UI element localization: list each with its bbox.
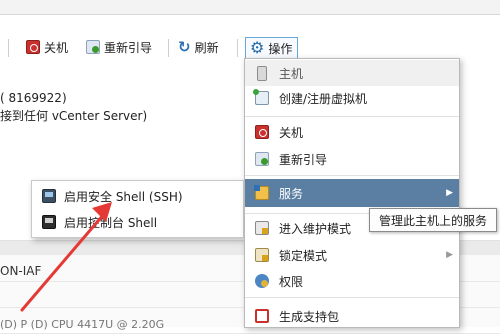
refresh-label: 刷新 [194,40,219,55]
services-submenu: 启用安全 Shell (SSH) 启用控制台 Shell [31,180,244,238]
submenu-arrow-icon: ▶ [446,188,453,198]
host-info-text: ( 8169922) 接到任何 vCenter Server) [0,89,147,125]
host-build-text: ( 8169922) [0,91,67,105]
menu-item-services[interactable]: 服务 ▶ [245,179,459,207]
shutdown-label: 关机 [44,40,69,55]
host-vcenter-text: 接到任何 vCenter Server) [0,109,148,123]
reboot-button[interactable]: 重新引导 [86,36,152,58]
create-vm-icon [253,89,269,105]
menu-header-host: 主机 [245,60,459,86]
menu-header-label: 主机 [279,66,304,81]
top-header-bar [0,0,500,15]
actions-button[interactable]: ⚙ 操作 [245,37,299,59]
menu-item-label: 锁定模式 [279,248,328,263]
toolbar-separator [237,39,238,57]
menu-item-create-vm[interactable]: 创建/注册虚拟机 [245,85,459,111]
lockdown-icon [255,248,269,262]
support-bundle-icon [255,309,269,323]
menu-item-reboot[interactable]: 重新引导 [245,146,459,172]
menu-divider [245,297,459,298]
host-name-cell: ON-IAF [0,264,42,278]
menu-item-label: 服务 [279,186,304,201]
console-shell-icon [42,215,56,229]
power-icon [255,125,269,139]
power-icon [26,40,40,54]
services-tooltip: 管理此主机上的服务 [369,208,497,232]
refresh-button[interactable]: ↻ 刷新 [178,36,219,58]
permissions-icon [255,274,269,288]
menu-item-support-bundle[interactable]: 生成支持包 [245,303,459,329]
enable-console-shell-item[interactable]: 启用控制台 Shell [32,209,243,235]
reboot-label: 重新引导 [104,40,153,55]
menu-item-label: 生成支持包 [279,309,340,324]
menu-item-shutdown[interactable]: 关机 [245,119,459,145]
refresh-icon: ↻ [178,38,191,56]
services-icon [254,185,269,200]
actions-menu: 主机 创建/注册虚拟机 关机 重新引导 服务 ▶ 进入维护模式 锁定模式 ▶ 权… [244,58,460,328]
reboot-icon [255,152,269,166]
menu-item-permissions[interactable]: 权限 [245,268,459,294]
gear-icon: ⚙ [250,38,265,57]
reboot-icon [86,40,100,54]
menu-item-label: 关机 [279,125,304,140]
enable-ssh-label: 启用安全 Shell (SSH) [64,189,183,204]
menu-item-lockdown[interactable]: 锁定模式 ▶ [245,242,459,268]
maintenance-icon [255,221,269,235]
cpu-info-text: (D) P (D) CPU 4417U @ 2.20G [0,318,165,331]
enable-console-shell-label: 启用控制台 Shell [64,215,158,230]
menu-divider [245,116,459,117]
submenu-arrow-icon: ▶ [446,250,453,260]
toolbar-separator [8,39,9,57]
menu-item-label: 创建/注册虚拟机 [279,91,368,106]
menu-divider [245,175,459,176]
ssh-icon [42,189,56,203]
enable-ssh-item[interactable]: 启用安全 Shell (SSH) [32,183,243,209]
toolbar-separator [168,39,169,57]
menu-item-label: 进入维护模式 [279,221,352,236]
menu-item-label: 重新引导 [279,152,328,167]
actions-label: 操作 [268,41,293,56]
menu-item-label: 权限 [279,274,304,289]
shutdown-button[interactable]: 关机 [26,36,68,58]
host-icon [257,65,267,81]
